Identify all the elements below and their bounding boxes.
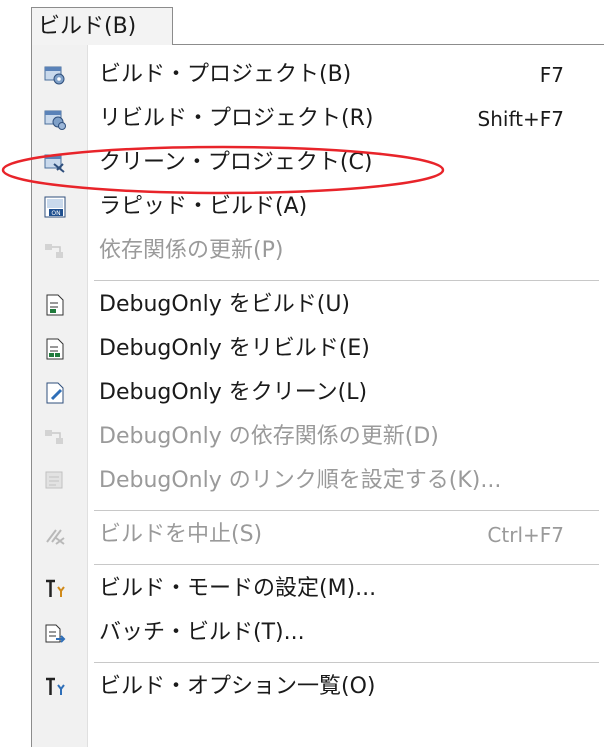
batch-build-icon [45,624,66,643]
rebuild-file-icon [46,338,64,360]
build-project-icon [44,66,65,85]
menu-item-update-dependencies-debugonly[interactable]: DebugOnly の依存関係の更新(D) [32,415,604,459]
menu-item-build-options-list[interactable]: ビルド・オプション一覧(O) [32,665,604,709]
menu-separator [94,662,599,663]
menu-item-build-mode-settings[interactable]: ビルド・モードの設定(M)... [32,567,604,611]
menu-separator [94,510,599,511]
menu-item-build-project[interactable]: ビルド・プロジェクト(B) F7 [32,53,604,97]
menu-separator [94,280,599,281]
rapid-build-icon: ON [44,196,66,218]
clean-file-icon [46,382,64,404]
menu-item-link-order-debugonly[interactable]: DebugOnly のリンク順を設定する(K)... [32,459,604,503]
stop-build-icon [46,529,65,545]
rebuild-project-icon [44,110,66,130]
svg-text:ON: ON [51,210,60,217]
menu-title-build[interactable]: ビルド(B) [31,7,173,45]
menu-item-clean-debugonly[interactable]: DebugOnly をクリーン(L) [32,371,604,415]
menu-item-stop-build[interactable]: ビルドを中止(S) Ctrl+F7 [32,513,604,557]
menu-item-update-dependencies[interactable]: 依存関係の更新(P) [32,229,604,273]
menu-item-rapid-build[interactable]: ON ラピッド・ビルド(A) [32,185,604,229]
build-options-icon [46,677,65,695]
menu-item-clean-project[interactable]: クリーン・プロジェクト(C) [32,141,604,185]
menu-separator [94,564,599,565]
clean-project-icon [44,154,65,173]
menu-item-batch-build[interactable]: バッチ・ビルド(T)... [32,611,604,655]
link-order-icon [45,471,63,489]
menu-item-rebuild-debugonly[interactable]: DebugOnly をリビルド(E) [32,327,604,371]
build-mode-icon [46,579,65,597]
menu-item-rebuild-project[interactable]: リビルド・プロジェクト(R) Shift+F7 [32,97,604,141]
build-file-icon [46,294,64,316]
update-dependencies-icon [45,244,63,258]
build-dropdown-menu: ビルド・プロジェクト(B) F7 リビルド・プロジェクト(R) Shift+F7… [31,44,604,747]
menu-item-build-debugonly[interactable]: DebugOnly をビルド(U) [32,283,604,327]
update-dependencies-icon [45,430,63,444]
